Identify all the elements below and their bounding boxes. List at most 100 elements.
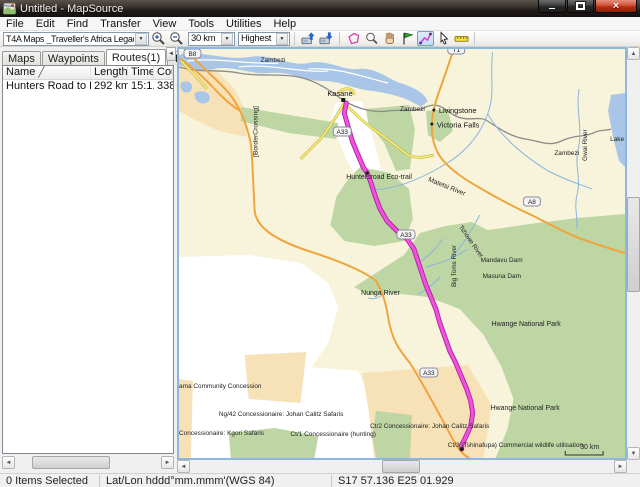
scrollbar-thumb[interactable] (627, 197, 640, 292)
minimize-button[interactable] (538, 0, 566, 13)
zoom-tool-icon (364, 31, 379, 46)
menu-help[interactable]: Help (267, 17, 302, 31)
ct2-label: Ct/2 Concessionaire: Johan Calitz Safari… (370, 423, 489, 430)
hwange-np-label-2: Hwange National Park (491, 405, 561, 412)
ct3-label: Ct/3 (Tshinafupa) Commercial wildlife ut… (448, 442, 584, 449)
zambezi-east-label: Zambezi (554, 150, 579, 157)
zambezi-mid-label: Zambezi (400, 106, 425, 113)
map-tool-icon (346, 31, 361, 46)
route-tool-button[interactable] (417, 31, 434, 46)
routes-table-header: Name ╱ Length Time Cour... (3, 66, 173, 80)
svg-text:B8: B8 (188, 51, 196, 58)
victoria-falls-label: Victoria Falls (437, 120, 480, 129)
product-select[interactable]: T4A Maps _Traveller's Africa Legacy 10.0… (3, 32, 149, 46)
mapsource-window: Untitled - MapSource × File Edit Find Tr… (0, 0, 640, 487)
toolbar: T4A Maps _Traveller's Africa Legacy 10.0… (0, 31, 640, 47)
map-vertical-scrollbar[interactable]: ▲ ▼ (627, 47, 640, 460)
column-header-course[interactable]: Cour... (154, 66, 173, 79)
selection-tool-button[interactable] (435, 31, 452, 46)
scale-label: 30 km (580, 444, 599, 451)
status-coordinates: S17 57.136 E25 01.929 (332, 475, 640, 487)
waypoint-tool-button[interactable] (399, 31, 416, 46)
kgori-label: Concessionaire: Kgori Safaris (179, 430, 264, 437)
column-header-name[interactable]: Name ╱ (3, 66, 91, 79)
toolbar-separator (294, 32, 295, 45)
menu-transfer[interactable]: Transfer (94, 17, 147, 31)
scrollbar-thumb[interactable] (382, 460, 420, 473)
title-bar[interactable]: Untitled - MapSource × (0, 0, 640, 17)
menu-edit[interactable]: Edit (30, 17, 61, 31)
zoom-in-icon (151, 31, 166, 46)
scrollbar-corner (627, 460, 640, 473)
big-toms-river-label: Big Toms River (451, 245, 458, 287)
send-to-device-button[interactable] (300, 31, 317, 46)
zoom-tool-button[interactable] (363, 31, 380, 46)
victoria-falls-town-marker (430, 123, 433, 126)
scroll-left-icon[interactable]: ◄ (177, 460, 190, 473)
shield-b8: B8 (184, 49, 201, 58)
scroll-right-icon[interactable]: ► (161, 456, 174, 469)
svg-text:A33: A33 (423, 370, 435, 377)
scroll-down-icon[interactable]: ▼ (627, 447, 640, 460)
panel-collapse-button[interactable]: ◄ (166, 47, 176, 61)
route-name-cell: Hunters Road to Road (3, 80, 91, 93)
pan-tool-button[interactable] (381, 31, 398, 46)
scroll-up-icon[interactable]: ▲ (627, 47, 640, 60)
kasane-town-marker (341, 98, 345, 102)
route-row[interactable]: Hunters Road to Road 292 km 15:1... 338°… (3, 80, 173, 93)
toolbar-separator (339, 32, 340, 45)
gwai-river-label: Gwai River (582, 128, 589, 161)
waypoint-flag-icon (400, 31, 415, 46)
column-header-length[interactable]: Length (91, 66, 128, 79)
map-area: B8 T1 A33 A33 A33 A8 Kasane Livingstone … (177, 47, 640, 473)
route-tool-icon (418, 31, 433, 46)
column-header-time[interactable]: Time (128, 66, 154, 79)
scroll-left-icon[interactable]: ◄ (2, 456, 15, 469)
close-button[interactable]: × (595, 0, 637, 13)
measure-tool-button[interactable] (453, 31, 470, 46)
cursor-arrow-icon (436, 31, 451, 46)
ct1-label: Ct/1 Concessionaire (hunting) (291, 431, 376, 438)
route-length-cell: 292 km (91, 80, 128, 93)
zoom-out-button[interactable] (168, 31, 185, 46)
svg-text:A33: A33 (337, 129, 349, 136)
masuna-dam-label: Masuna Dam (483, 273, 521, 280)
menu-file[interactable]: File (0, 17, 30, 31)
status-bar: 0 Items Selected Lat/Lon hddd°mm.mmm'(WG… (0, 473, 640, 487)
map-scale-select[interactable]: 30 km ▼ (188, 32, 235, 46)
livingstone-town-marker (432, 109, 435, 112)
map-tool-button[interactable] (345, 31, 362, 46)
receive-from-device-button[interactable] (318, 31, 335, 46)
window-title: Untitled - MapSource (20, 3, 123, 15)
map-canvas[interactable]: B8 T1 A33 A33 A33 A8 Kasane Livingstone … (177, 47, 627, 460)
chevron-down-icon: ▼ (276, 33, 288, 45)
mandavu-dam-label: Mandavu Dam (481, 257, 523, 264)
toolbar-separator (474, 32, 475, 45)
menu-bar: File Edit Find Transfer View Tools Utili… (0, 17, 640, 31)
menu-utilities[interactable]: Utilities (220, 17, 267, 31)
chevron-down-icon: ▼ (135, 33, 147, 45)
menu-view[interactable]: View (147, 17, 183, 31)
border-crossing-label: [BorderCrossing] (253, 106, 260, 157)
detail-level-select[interactable]: Highest ▼ (238, 32, 290, 46)
scroll-right-icon[interactable]: ► (614, 460, 627, 473)
send-to-device-icon (301, 31, 316, 46)
zambezi-top-label: Zambezi (261, 57, 286, 64)
zoom-in-button[interactable] (150, 31, 167, 46)
shield-a33-north: A33 (333, 127, 351, 136)
pan-hand-icon (382, 31, 397, 46)
map-horizontal-scrollbar[interactable]: ◄ ► (177, 460, 627, 473)
minimize-icon (548, 7, 556, 10)
tab-routes[interactable]: Routes(1) (106, 49, 166, 65)
hwange-np-label-1: Hwange National Park (492, 321, 562, 328)
scrollbar-thumb[interactable] (32, 456, 110, 469)
tab-waypoints[interactable]: Waypoints (42, 51, 105, 65)
svg-text:A8: A8 (528, 199, 536, 206)
livingstone-label: Livingstone (439, 106, 477, 115)
maximize-button[interactable] (567, 0, 594, 13)
menu-tools[interactable]: Tools (182, 17, 220, 31)
ng42-label: Ng/42 Concessionaire: Johan Calitz Safar… (219, 411, 344, 418)
menu-find[interactable]: Find (61, 17, 94, 31)
tab-maps[interactable]: Maps (2, 51, 41, 65)
panel-horizontal-scrollbar[interactable]: ◄ ► (2, 455, 174, 470)
